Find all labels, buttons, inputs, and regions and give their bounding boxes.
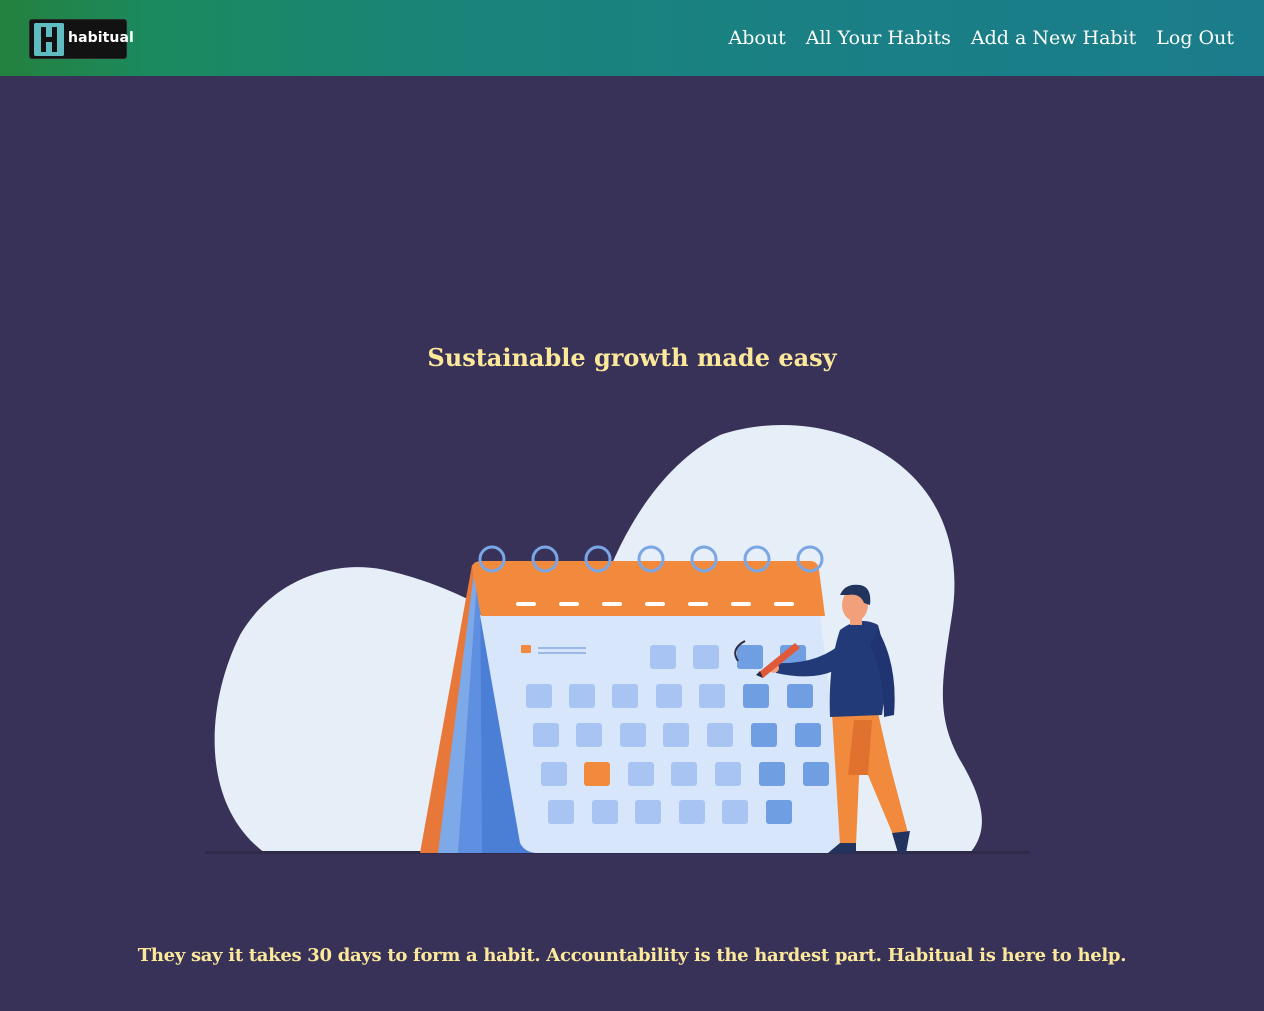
hero-headline: Sustainable growth made easy bbox=[427, 343, 837, 372]
calendar-illustration-icon bbox=[200, 425, 1030, 861]
top-navbar: habitual About All Your Habits Add a New… bbox=[0, 0, 1264, 76]
habitual-logo[interactable]: habitual bbox=[29, 19, 134, 59]
main-nav: About All Your Habits Add a New Habit Lo… bbox=[729, 24, 1234, 52]
hero-tagline: They say it takes 30 days to form a habi… bbox=[137, 945, 1127, 966]
nav-link-log-out[interactable]: Log Out bbox=[1156, 24, 1234, 52]
logo-text: habitual bbox=[68, 30, 134, 46]
logo-h-icon bbox=[34, 23, 64, 56]
nav-link-all-habits[interactable]: All Your Habits bbox=[806, 24, 951, 52]
nav-link-add-habit[interactable]: Add a New Habit bbox=[971, 24, 1136, 52]
nav-link-about[interactable]: About bbox=[729, 24, 786, 52]
